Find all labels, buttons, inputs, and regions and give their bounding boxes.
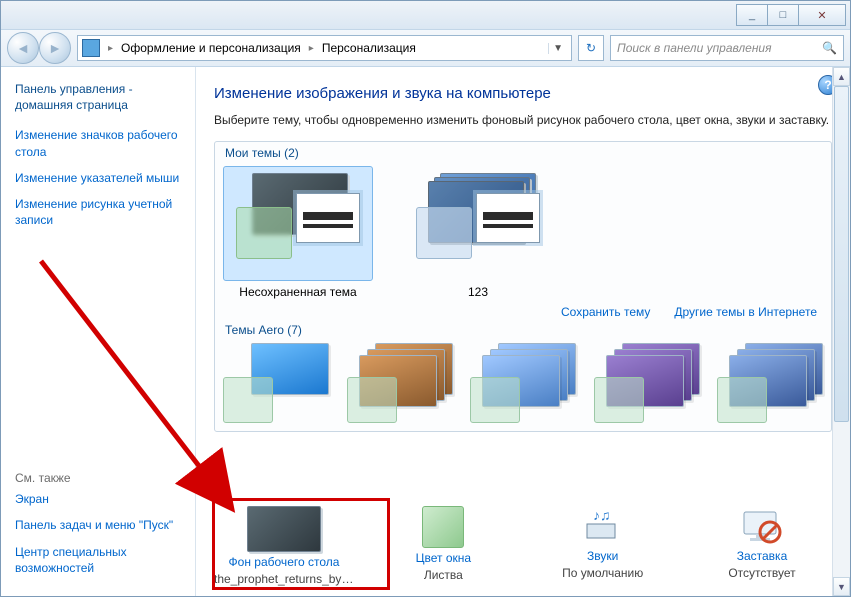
bottom-options: Фон рабочего стола the_prophet_returns_b…: [214, 506, 832, 586]
screensaver-option[interactable]: Заставка Отсутствует: [692, 506, 832, 580]
wallpaper-icon: [247, 506, 321, 552]
chevron-right-icon: ▸: [108, 43, 113, 54]
theme-item-aero[interactable]: [223, 343, 329, 429]
forward-icon: ►: [48, 40, 62, 56]
sounds-option[interactable]: ♪♫ Звуки По умолчанию: [533, 506, 673, 580]
option-value: the_prophet_returns_by_m...: [214, 572, 354, 586]
option-label: Фон рабочего стола: [229, 555, 340, 569]
breadcrumb[interactable]: Оформление и персонализация: [121, 41, 301, 55]
option-value: Отсутствует: [728, 566, 795, 580]
theme-label: Несохраненная тема: [239, 285, 356, 299]
theme-item-aero[interactable]: [594, 343, 700, 429]
sound-icon: ♪♫: [571, 506, 635, 546]
navbar: ◄ ► ▸ Оформление и персонализация ▸ Перс…: [1, 30, 850, 67]
option-value: Листва: [424, 568, 463, 582]
group-title-aero: Темы Aero (7): [225, 323, 823, 337]
theme-window-preview: [476, 193, 540, 243]
theme-label: 123: [468, 285, 488, 299]
desktop-background-option[interactable]: Фон рабочего стола the_prophet_returns_b…: [214, 506, 354, 586]
maximize-button[interactable]: □: [767, 4, 799, 26]
theme-glass-swatch: [416, 207, 472, 259]
theme-item-aero[interactable]: [347, 343, 453, 429]
forward-button[interactable]: ►: [39, 32, 71, 64]
option-label: Заставка: [737, 549, 788, 563]
content: ? ▲ ▼ Изменение изображения и звука на к…: [196, 67, 850, 596]
option-label: Цвет окна: [416, 551, 471, 565]
address-dropdown[interactable]: ▼: [548, 43, 567, 54]
window: _ □ ✕ ◄ ► ▸ Оформление и персонализация …: [0, 0, 851, 597]
page-title: Изменение изображения и звука на компьют…: [214, 85, 832, 102]
breadcrumb[interactable]: Персонализация: [322, 41, 416, 55]
scroll-track[interactable]: [833, 86, 850, 577]
titlebar: _ □ ✕: [1, 1, 850, 30]
group-my-themes: Мои темы (2) Несохраненная тема: [214, 141, 832, 432]
svg-text:♪♫: ♪♫: [593, 507, 611, 523]
sidebar: Панель управления - домашняя страница Из…: [1, 67, 196, 596]
theme-item-aero[interactable]: [717, 343, 823, 429]
sidebar-link-display[interactable]: Экран: [15, 491, 185, 507]
theme-item-unsaved[interactable]: Несохраненная тема: [223, 166, 373, 299]
theme-glass-swatch: [236, 207, 292, 259]
page-description: Выберите тему, чтобы одновременно измени…: [214, 112, 832, 129]
scroll-down-button[interactable]: ▼: [833, 577, 850, 596]
refresh-button[interactable]: ↻: [578, 35, 604, 61]
scroll-up-button[interactable]: ▲: [833, 67, 850, 86]
theme-item-123[interactable]: 123: [403, 166, 553, 299]
sidebar-link-account-picture[interactable]: Изменение рисунка учетной записи: [15, 196, 185, 228]
back-button[interactable]: ◄: [7, 32, 39, 64]
themes-online-link[interactable]: Другие темы в Интернете: [674, 305, 817, 319]
option-label: Звуки: [587, 549, 618, 563]
scrollbar[interactable]: ▲ ▼: [832, 67, 850, 596]
close-icon: ✕: [817, 9, 826, 22]
sidebar-link-desktop-icons[interactable]: Изменение значков рабочего стола: [15, 127, 185, 159]
address-bar[interactable]: ▸ Оформление и персонализация ▸ Персонал…: [77, 35, 572, 61]
screensaver-icon: [730, 506, 794, 546]
color-icon: [422, 506, 464, 548]
theme-item-aero[interactable]: [470, 343, 576, 429]
minimize-button[interactable]: _: [736, 4, 768, 26]
search-icon: 🔍: [822, 41, 837, 55]
maximize-icon: □: [780, 9, 787, 21]
theme-window-preview: [296, 193, 360, 243]
close-button[interactable]: ✕: [798, 4, 846, 26]
refresh-icon: ↻: [586, 41, 596, 55]
minimize-icon: _: [749, 9, 755, 21]
sidebar-link-ease-of-access[interactable]: Центр специальных возможностей: [15, 544, 185, 576]
window-color-option[interactable]: Цвет окна Листва: [373, 506, 513, 582]
save-theme-link[interactable]: Сохранить тему: [561, 305, 650, 319]
sidebar-link-taskbar[interactable]: Панель задач и меню "Пуск": [15, 517, 185, 533]
see-also-label: См. также: [15, 471, 185, 485]
search-input[interactable]: Поиск в панели управления 🔍: [610, 35, 844, 61]
chevron-right-icon: ▸: [309, 43, 314, 54]
sidebar-link-mouse-pointers[interactable]: Изменение указателей мыши: [15, 170, 185, 186]
search-placeholder: Поиск в панели управления: [617, 41, 772, 55]
option-value: По умолчанию: [562, 566, 643, 580]
group-title-my: Мои темы (2): [225, 146, 823, 160]
control-panel-icon: [82, 39, 100, 57]
sidebar-home[interactable]: Панель управления - домашняя страница: [15, 81, 185, 113]
back-icon: ◄: [16, 40, 30, 56]
scroll-thumb[interactable]: [834, 86, 849, 422]
